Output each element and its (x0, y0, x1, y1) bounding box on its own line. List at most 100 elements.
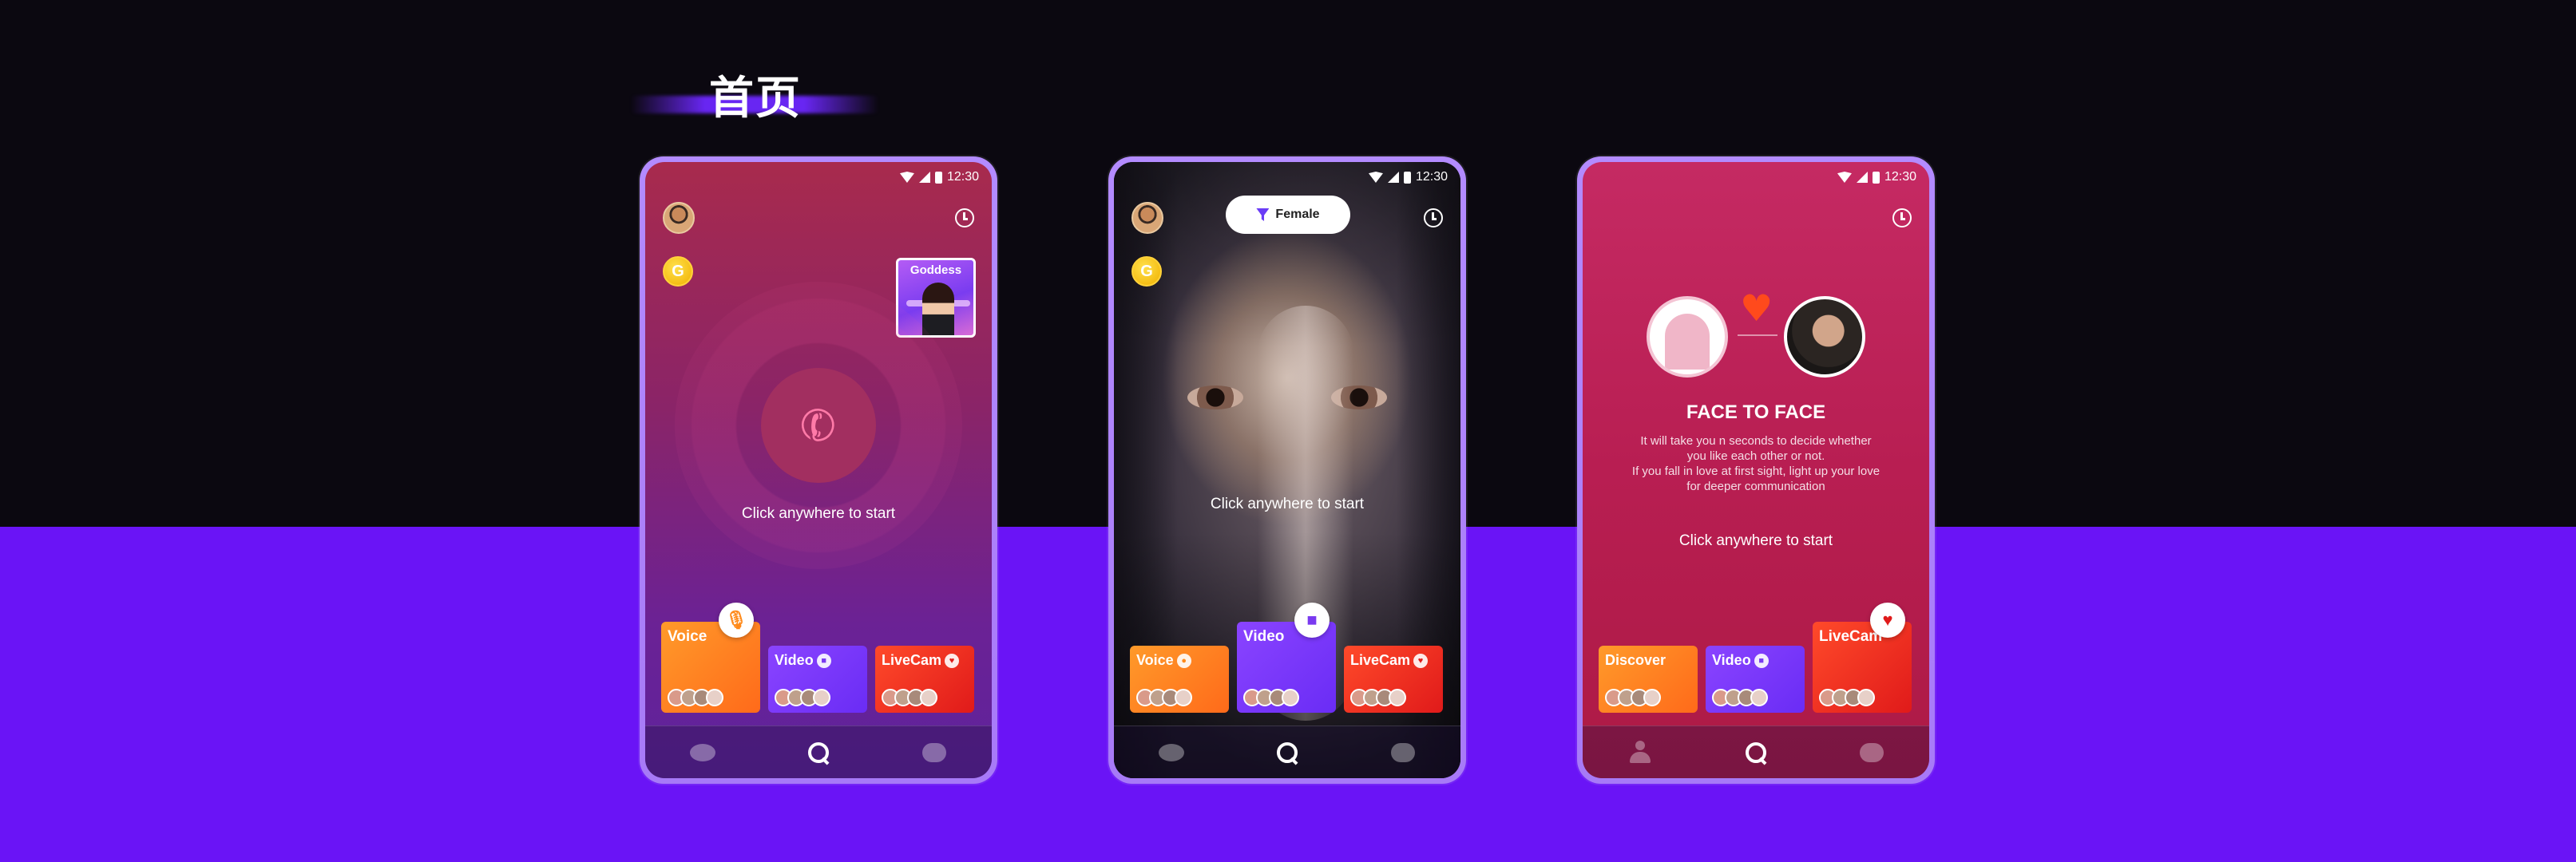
battery-icon (1872, 171, 1880, 184)
card-label: Video (775, 652, 814, 668)
camera-icon: ■ (816, 654, 831, 669)
livecam-card[interactable]: LiveCam ♥ (875, 646, 974, 713)
card-label: Discover (1605, 652, 1666, 668)
status-bar: 12:30 (899, 170, 979, 184)
avatar[interactable] (663, 202, 695, 234)
phone-mockup-voice: 12:30 G Goddess ✆ Click anywhere to star… (640, 156, 997, 784)
signal-icon (1387, 172, 1399, 183)
phone-icon: ✆ (792, 395, 845, 456)
filter-icon (1256, 208, 1270, 221)
user-avatars (775, 689, 830, 706)
card-label: Video (1243, 628, 1285, 645)
user-silhouette-icon (1665, 314, 1710, 370)
heart-icon: ♥ (1740, 287, 1773, 330)
feature-title: FACE TO FACE (1686, 401, 1826, 423)
wifi-icon (899, 172, 914, 183)
mode-cards: Voice ● Video ■ LiveCam ♥ (1130, 601, 1445, 713)
status-bar: 12:30 (1837, 170, 1916, 184)
goddess-photo (922, 283, 954, 335)
card-label: LiveCam (1350, 652, 1411, 668)
user-avatars (1243, 689, 1299, 706)
heart-icon: ♥ (1870, 603, 1905, 638)
livecam-card[interactable]: LiveCam ♥ (1344, 646, 1443, 713)
user-avatars (668, 689, 723, 706)
section-heading: 首页 (631, 62, 886, 125)
user-avatars (882, 689, 937, 706)
video-card[interactable]: Video ■ (768, 646, 867, 713)
wifi-icon (1837, 172, 1852, 183)
description-line: If you fall in love at first sight, ligh… (1631, 465, 1880, 478)
tab-bar (1583, 726, 1929, 778)
voice-card[interactable]: Voice ● (1130, 646, 1229, 713)
camera-icon: ■ (1294, 603, 1330, 638)
card-label: Voice (668, 628, 707, 645)
avatar[interactable] (1131, 202, 1163, 234)
coin-icon[interactable]: G (1131, 256, 1162, 287)
search-icon (806, 741, 830, 765)
tab-discover[interactable] (687, 737, 719, 769)
chat-icon (1859, 742, 1884, 762)
search-icon (1744, 741, 1768, 765)
user-avatars (1136, 689, 1192, 706)
phone-mockup-video: 12:30 Female G Click anywhere to start V… (1108, 156, 1466, 784)
signal-icon (1856, 172, 1868, 183)
user-avatars (1605, 689, 1661, 706)
screen[interactable]: 12:30 Female G Click anywhere to start V… (1114, 162, 1460, 778)
history-clock-icon[interactable] (955, 208, 974, 227)
filter-label: Female (1275, 208, 1320, 221)
battery-icon (1403, 171, 1411, 184)
call-button[interactable]: ✆ (761, 368, 876, 483)
tab-messages[interactable] (1387, 737, 1419, 769)
start-hint: Click anywhere to start (1210, 496, 1365, 512)
battery-icon (934, 171, 942, 184)
goddess-label: Goddess (910, 263, 962, 277)
camera-icon: ■ (1754, 654, 1769, 669)
planet-icon (690, 743, 716, 761)
gender-filter-button[interactable]: Female (1226, 196, 1350, 234)
tab-search[interactable] (803, 737, 834, 769)
livecam-card[interactable]: LiveCam ♥ (1813, 603, 1912, 713)
heart-icon: ♥ (1413, 654, 1429, 669)
self-avatar-placeholder (1647, 296, 1728, 378)
tab-discover[interactable] (1155, 737, 1187, 769)
page-title: 首页 (709, 73, 802, 125)
coin-icon[interactable]: G (663, 256, 693, 287)
video-card[interactable]: Video ■ (1237, 603, 1336, 713)
history-clock-icon[interactable] (1892, 208, 1912, 227)
heartbeat-line (1738, 334, 1777, 336)
video-card[interactable]: Video ■ (1706, 646, 1805, 713)
tab-messages[interactable] (1856, 737, 1888, 769)
microphone-icon: 🎙 (719, 603, 754, 638)
phone-mockup-face-to-face: 12:30 ♥ FACE TO FACE It will take you n … (1577, 156, 1935, 784)
discover-card[interactable]: Discover (1599, 646, 1698, 713)
tab-search[interactable] (1740, 737, 1772, 769)
card-label: LiveCam (882, 652, 942, 668)
tab-bar (645, 726, 992, 778)
tab-bar (1114, 726, 1460, 778)
tab-profile[interactable] (1624, 737, 1656, 769)
signal-icon (918, 172, 930, 183)
status-time: 12:30 (946, 170, 979, 184)
status-time: 12:30 (1415, 170, 1448, 184)
user-avatars (1712, 689, 1768, 706)
history-clock-icon[interactable] (1424, 208, 1443, 227)
heart-icon: ♥ (945, 654, 960, 669)
mode-cards: Discover Video ■ LiveCam ♥ (1599, 601, 1913, 713)
chat-icon (1390, 742, 1415, 762)
user-avatars (1350, 689, 1406, 706)
tab-messages[interactable] (918, 737, 950, 769)
match-avatar (1784, 296, 1865, 378)
description-line: for deeper communication (1686, 480, 1825, 493)
start-hint: Click anywhere to start (741, 505, 896, 522)
chat-icon (921, 742, 946, 762)
status-bar: 12:30 (1368, 170, 1448, 184)
card-label: Voice (1136, 652, 1174, 668)
tab-search[interactable] (1271, 737, 1303, 769)
description-line: you like each other or not. (1686, 449, 1825, 463)
start-hint: Click anywhere to start (1678, 532, 1833, 549)
screen[interactable]: 12:30 ♥ FACE TO FACE It will take you n … (1583, 162, 1929, 778)
search-icon (1275, 741, 1299, 765)
feature-description: It will take you n seconds to decide whe… (1615, 433, 1897, 494)
screen[interactable]: 12:30 G Goddess ✆ Click anywhere to star… (645, 162, 992, 778)
voice-card[interactable]: Voice 🎙 (661, 603, 760, 713)
